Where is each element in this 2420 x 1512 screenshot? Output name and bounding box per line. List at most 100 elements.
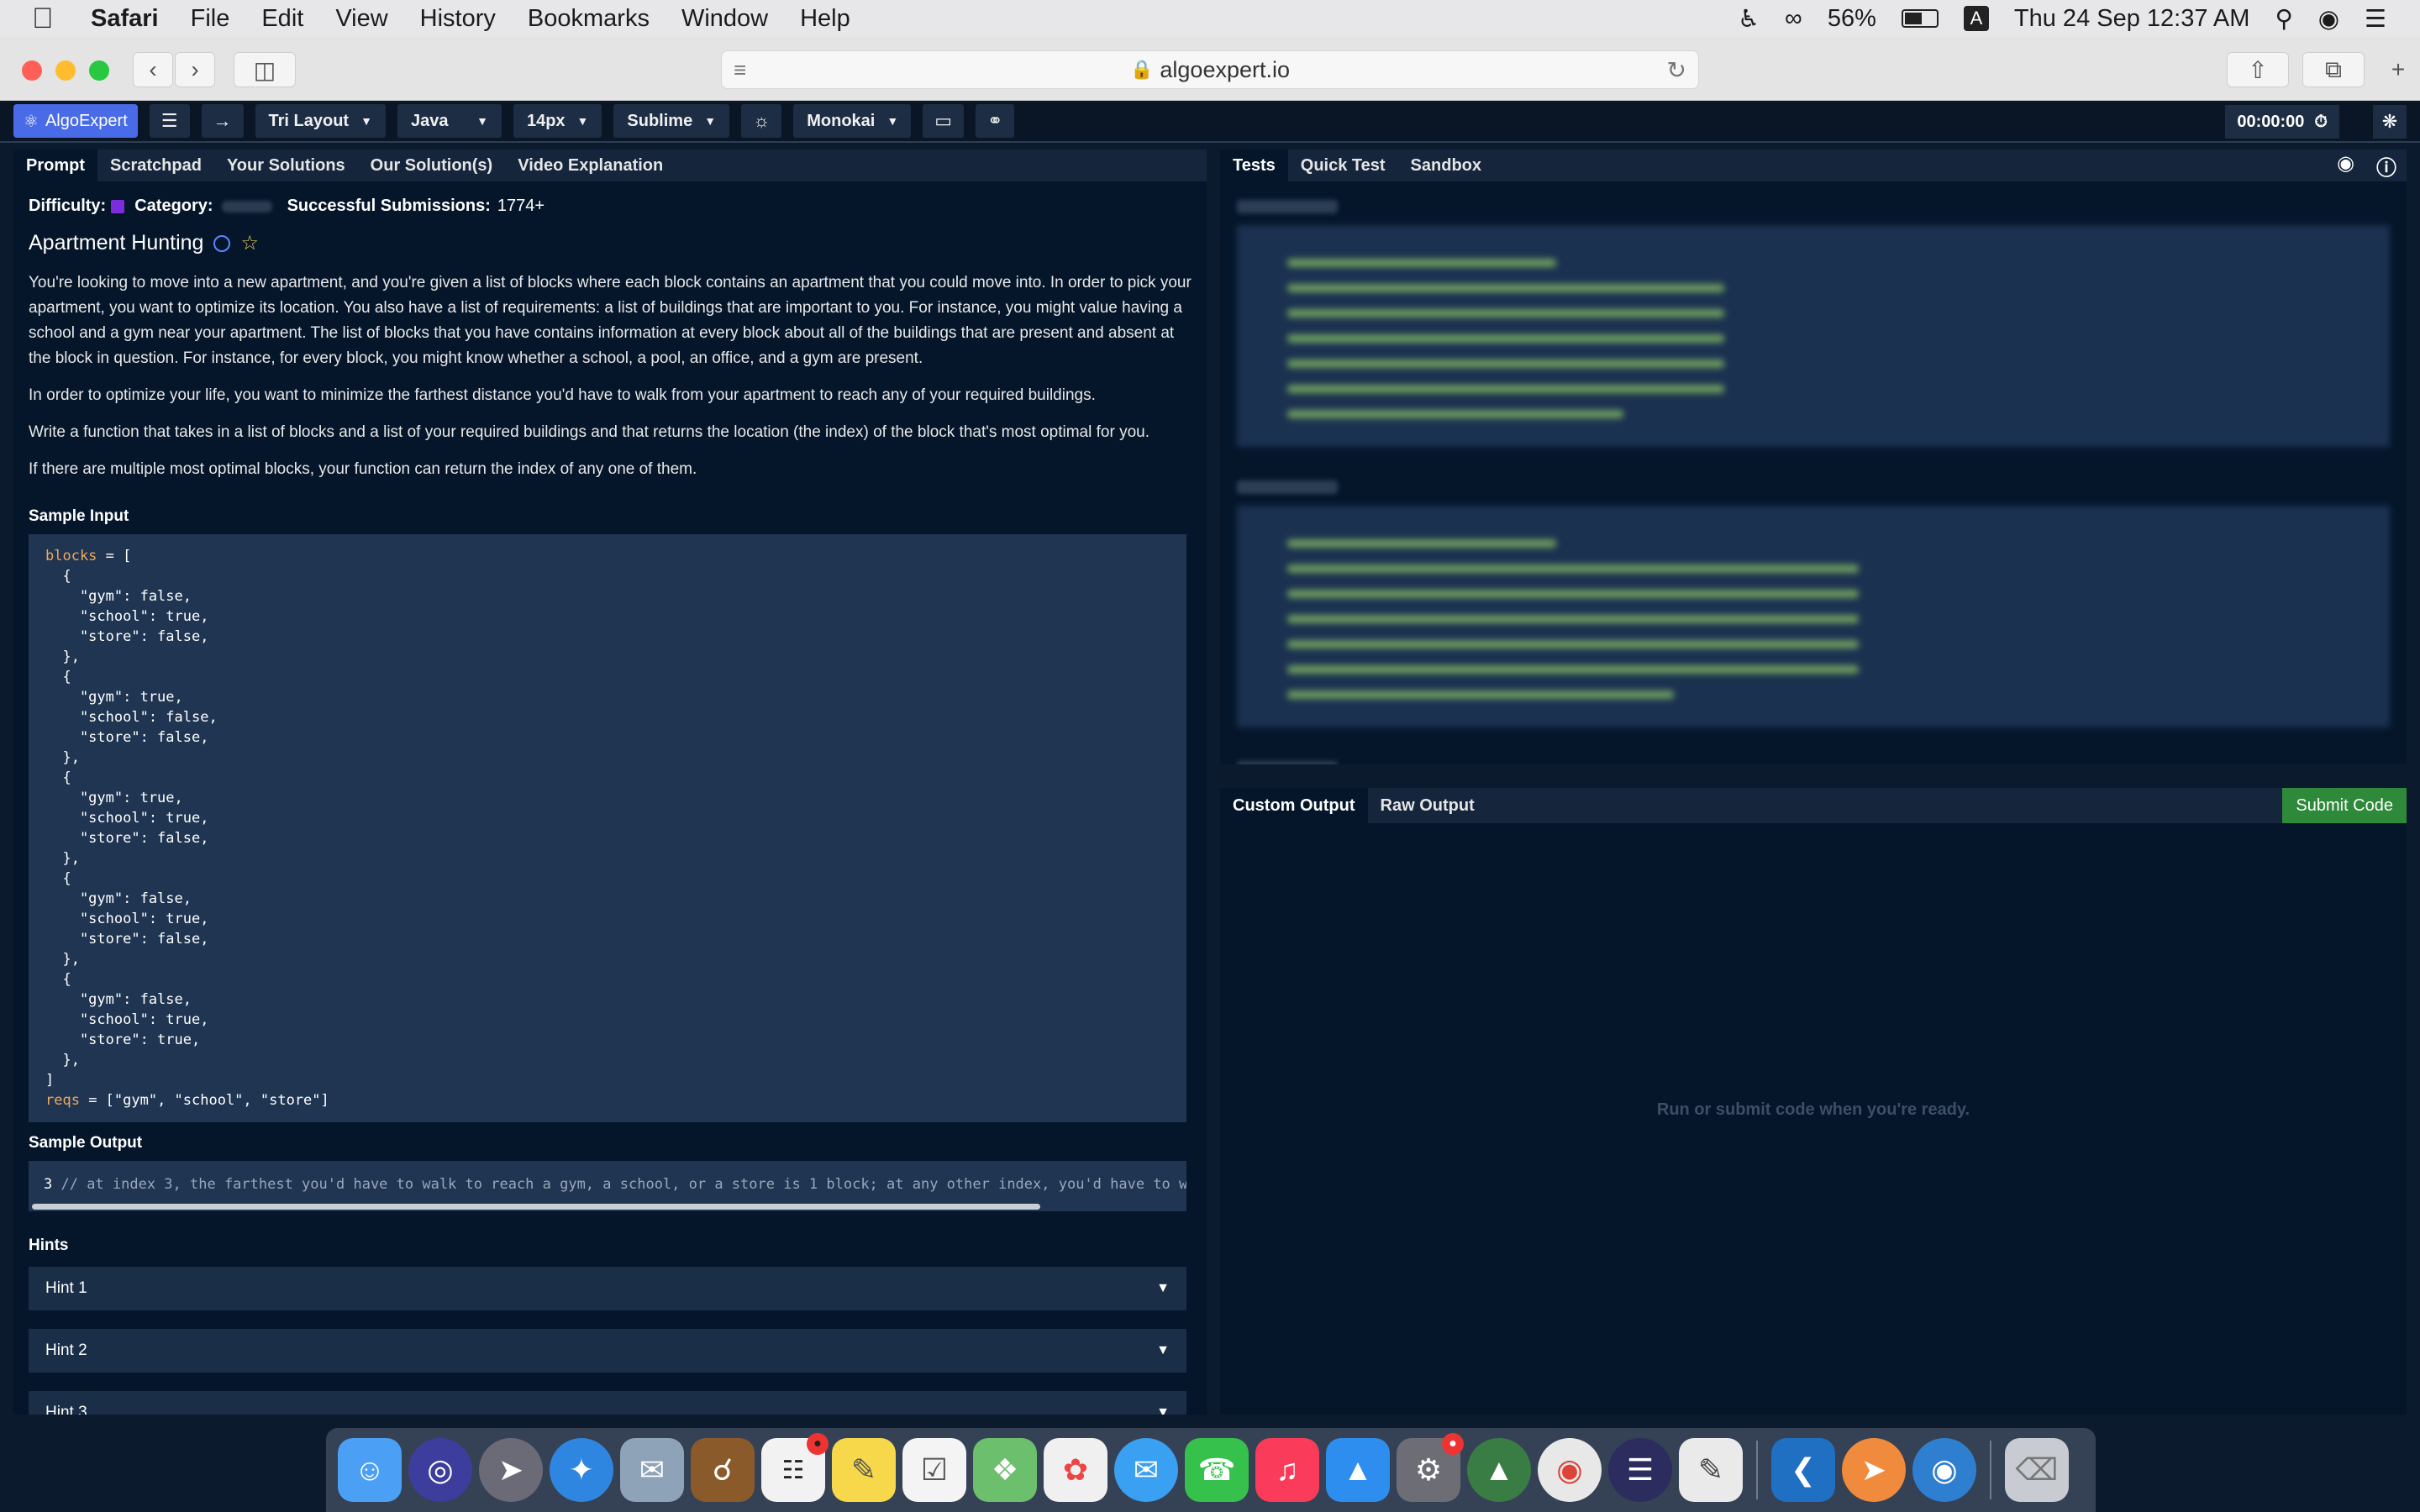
back-button[interactable]: ‹ (133, 52, 173, 87)
language-dropdown[interactable]: Java ▼ (397, 104, 502, 138)
category-hidden-value[interactable] (221, 200, 272, 213)
safari-icon[interactable]: ✦ (550, 1438, 613, 1502)
app-store-icon[interactable]: ▲ (1326, 1438, 1390, 1502)
menu-app-name[interactable]: Safari (91, 5, 159, 33)
menu-edit[interactable]: Edit (261, 5, 303, 33)
tab-scratchpad[interactable]: Scratchpad (97, 150, 214, 181)
notification-badge: ● (1442, 1433, 1464, 1455)
minimize-window-button[interactable] (55, 60, 76, 81)
hint-3-accordion[interactable]: Hint 3 ▼ (29, 1391, 1186, 1415)
submit-code-button[interactable]: Submit Code (2282, 788, 2407, 823)
font-size-value: 14px (526, 111, 566, 130)
calendar-icon[interactable]: ☷ ● (761, 1433, 829, 1502)
tab-our-solutions[interactable]: Our Solution(s) (358, 150, 506, 181)
facetime-icon[interactable]: ☎ (1185, 1438, 1249, 1502)
accessibility-icon[interactable]: ♿ (1738, 4, 1760, 34)
android-studio-icon[interactable]: ▲ (1467, 1438, 1531, 1502)
sample-output-comment: // at index 3, the farthest you'd have t… (52, 1176, 1186, 1193)
timer-button[interactable]: 00:00:00 ⏱ (2225, 105, 2339, 139)
completion-circle-icon[interactable] (213, 234, 231, 252)
share-question-button[interactable]: ⚭ (976, 104, 1015, 138)
reload-icon[interactable]: ↻ (1667, 56, 1686, 84)
hints-heading: Hints (29, 1236, 69, 1254)
next-question-button[interactable]: → (201, 104, 244, 138)
messages-icon[interactable]: ✉ (1114, 1438, 1178, 1502)
tab-raw-output[interactable]: Raw Output (1368, 788, 1487, 823)
atom-icon: ⚛ (24, 112, 39, 131)
category-label: Category: (134, 197, 213, 215)
tests-toolbar-icons: ◉ ⓘ (2337, 151, 2396, 181)
menubar-clock[interactable]: Thu 24 Sep 12:37 AM (2014, 5, 2250, 33)
trash-icon[interactable]: ⌫ (2005, 1438, 2069, 1502)
vscode-icon[interactable]: ❮ (1771, 1438, 1835, 1502)
report-bug-button[interactable]: ❋ (2373, 105, 2407, 139)
notification-badge: ● (807, 1433, 829, 1455)
eclipse-icon[interactable]: ☰ (1608, 1438, 1672, 1502)
menu-help[interactable]: Help (800, 5, 850, 33)
menu-file[interactable]: File (191, 5, 230, 33)
reminders-icon[interactable]: ☑ (902, 1438, 966, 1502)
theme-toggle-button[interactable]: ☼ (741, 104, 782, 138)
keymap-dropdown[interactable]: Sublime ▼ (613, 104, 730, 138)
info-icon[interactable]: ⓘ (2376, 151, 2396, 181)
sample-output-heading: Sample Output (29, 1134, 143, 1152)
tab-overview-button[interactable]: ⧉ (2302, 52, 2365, 87)
star-icon[interactable]: ☆ (240, 231, 259, 255)
eye-icon[interactable]: ◉ (2337, 151, 2354, 181)
menu-view[interactable]: View (335, 5, 387, 33)
tab-quick-test[interactable]: Quick Test (1288, 150, 1398, 181)
tab-custom-output[interactable]: Custom Output (1220, 788, 1368, 823)
menu-bookmarks[interactable]: Bookmarks (528, 5, 650, 33)
sidebar-toggle-button[interactable]: ◫ (234, 52, 296, 87)
music-icon[interactable]: ♫ (1255, 1438, 1319, 1502)
apple-icon[interactable]:  (32, 3, 66, 35)
finder-icon[interactable]: ☺ (338, 1438, 402, 1502)
tab-prompt[interactable]: Prompt (13, 150, 97, 181)
menu-window[interactable]: Window (681, 5, 768, 33)
tab-sandbox[interactable]: Sandbox (1398, 150, 1494, 181)
new-tab-button[interactable]: + (2381, 52, 2415, 87)
sourcetree-icon[interactable]: ◉ (1912, 1438, 1976, 1502)
hint-2-accordion[interactable]: Hint 2 ▼ (29, 1329, 1186, 1373)
tab-video-explanation[interactable]: Video Explanation (505, 150, 676, 181)
color-theme-dropdown[interactable]: Monokai ▼ (793, 104, 912, 138)
present-button[interactable]: ▭ (923, 104, 965, 138)
maps-icon[interactable]: ❖ (973, 1438, 1037, 1502)
test-case-1-blurred (1237, 225, 2390, 447)
forward-button[interactable]: › (175, 52, 215, 87)
battery-icon[interactable] (1901, 9, 1939, 28)
layout-dropdown[interactable]: Tri Layout ▼ (255, 104, 386, 138)
reader-icon[interactable]: ≡ (734, 57, 746, 83)
stopwatch-icon: ⏱ (2314, 112, 2328, 131)
creative-cloud-icon[interactable]: ∞ (1785, 5, 1802, 33)
question-list-button[interactable]: ☰ (149, 104, 190, 138)
chrome-icon[interactable]: ◉ (1538, 1438, 1602, 1502)
contacts-icon[interactable]: ☌ (691, 1438, 755, 1502)
zoom-window-button[interactable] (89, 60, 109, 81)
siri-icon[interactable]: ◉ (2318, 4, 2339, 34)
postman-icon[interactable]: ➤ (1842, 1438, 1906, 1502)
algoexpert-logo[interactable]: ⚛ AlgoExpert (13, 104, 138, 138)
notification-center-icon[interactable]: ☰ (2365, 4, 2386, 34)
notes-icon[interactable]: ✎ (832, 1438, 896, 1502)
address-bar[interactable]: ≡ 🔒 algoexpert.io ↻ (721, 50, 1699, 89)
tab-tests[interactable]: Tests (1220, 150, 1288, 181)
mail-icon[interactable]: ✉ (620, 1438, 684, 1502)
launchpad-icon[interactable]: ➤ (479, 1438, 543, 1502)
input-source-icon[interactable]: A (1963, 6, 1989, 31)
tab-your-solutions[interactable]: Your Solutions (214, 150, 358, 181)
horizontal-scrollbar[interactable] (32, 1204, 1040, 1210)
hint-1-accordion[interactable]: Hint 1 ▼ (29, 1267, 1186, 1310)
menu-history[interactable]: History (420, 5, 496, 33)
plus-icon: + (2391, 56, 2406, 82)
photos-icon[interactable]: ✿ (1044, 1438, 1107, 1502)
textedit-icon[interactable]: ✎ (1679, 1438, 1743, 1502)
siri-icon[interactable]: ◎ (408, 1438, 472, 1502)
close-window-button[interactable] (22, 60, 42, 81)
spotlight-search-icon[interactable]: ⚲ (2275, 4, 2292, 34)
share-button[interactable]: ⇧ (2227, 52, 2289, 87)
hint-label: Hint 1 (45, 1279, 87, 1297)
font-size-dropdown[interactable]: 14px ▼ (513, 104, 602, 138)
system-preferences-icon[interactable]: ⚙ ● (1397, 1433, 1464, 1502)
caret-down-icon: ▼ (886, 114, 899, 128)
